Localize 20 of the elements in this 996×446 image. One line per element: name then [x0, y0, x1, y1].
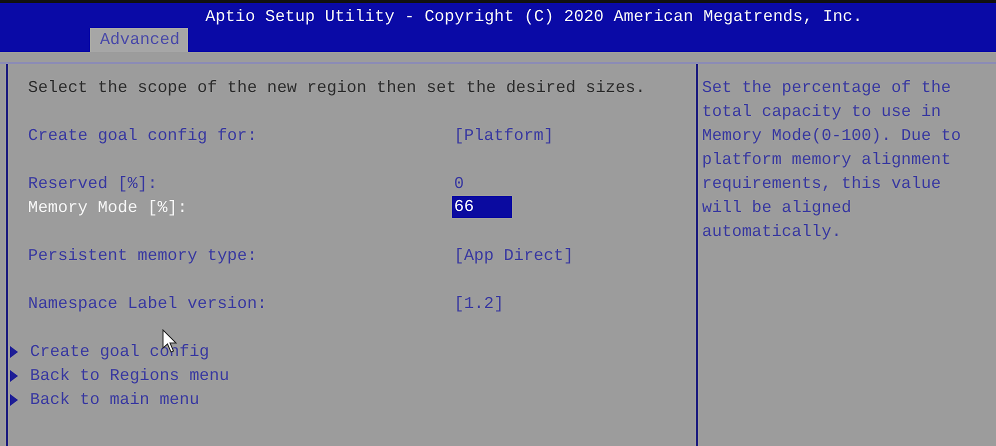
setting-value[interactable]: 66 [452, 196, 512, 218]
help-text: Set the percentage of the total capacity to use in Memory Mode(0-100). Due to platform memory alignment requirements, this value will be aligned automatically. [702, 77, 961, 243]
submenu-item[interactable]: Back to main menu [30, 388, 200, 412]
tab[interactable]: Advanced [90, 28, 188, 52]
submenu-item[interactable]: Create goal config [30, 340, 210, 364]
setting-label[interactable]: Persistent memory type: [28, 244, 452, 268]
setting-label[interactable]: Namespace Label version: [28, 292, 452, 316]
setting-value[interactable]: [Platform] [452, 124, 554, 148]
setting-value[interactable]: [App Direct] [452, 244, 574, 268]
setting-value[interactable]: 0 [452, 172, 464, 196]
setting-value[interactable]: [1.2] [452, 292, 504, 316]
submenu-item[interactable]: Back to Regions menu [30, 364, 230, 388]
triangle-icon [10, 346, 18, 358]
setting-label[interactable]: Memory Mode [%]: [28, 196, 452, 220]
description-text: Select the scope of the new region then set the desired sizes. [28, 77, 646, 99]
triangle-icon [10, 394, 18, 406]
triangle-icon [10, 370, 18, 382]
setting-label[interactable]: Create goal config for: [28, 124, 452, 148]
setting-label[interactable]: Reserved [%]: [28, 172, 452, 196]
window-title: Aptio Setup Utility - Copyright (C) 2020 American Megatrends, Inc. [204, 6, 864, 28]
